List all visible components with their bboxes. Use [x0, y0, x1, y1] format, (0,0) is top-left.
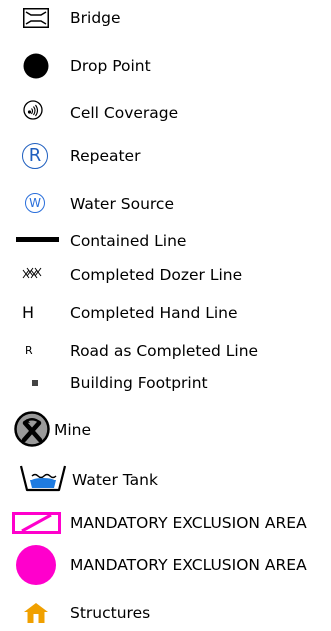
legend-label-dozer-line: Completed Dozer Line [70, 266, 243, 284]
dozer-line-icon [22, 267, 42, 279]
water-source-icon: W [25, 193, 45, 213]
legend-label-structures: Structures [70, 604, 151, 622]
map-legend: Bridge Drop Point Cell Coverage R Repeat… [0, 0, 331, 631]
road-line-icon: R [25, 344, 33, 357]
legend-label-water-tank: Water Tank [72, 471, 158, 489]
legend-label-exclusion-area-polygon: MANDATORY EXCLUSION AREA [70, 514, 307, 532]
legend-label-repeater: Repeater [70, 147, 141, 165]
hand-line-icon: H [22, 303, 35, 322]
legend-label-exclusion-area-point: MANDATORY EXCLUSION AREA [70, 556, 307, 574]
legend-label-cell-coverage: Cell Coverage [70, 104, 179, 122]
mine-icon [14, 411, 50, 447]
legend-label-road-line: Road as Completed Line [70, 342, 259, 360]
bridge-icon [23, 8, 49, 28]
water-tank-icon [19, 465, 67, 492]
contained-line-icon [16, 237, 59, 242]
legend-label-mine: Mine [54, 421, 92, 439]
legend-label-water-source: Water Source [70, 195, 174, 213]
drop-point-icon [23, 53, 49, 79]
legend-label-building-footprint: Building Footprint [70, 374, 208, 392]
legend-label-hand-line: Completed Hand Line [70, 304, 238, 322]
building-footprint-icon [32, 380, 38, 386]
exclusion-area-polygon-icon [12, 512, 61, 534]
legend-label-drop-point: Drop Point [70, 57, 151, 75]
repeater-icon: R [22, 143, 48, 169]
legend-label-bridge: Bridge [70, 9, 121, 27]
structures-icon [24, 603, 48, 623]
cell-coverage-icon [23, 100, 43, 120]
legend-label-contained-line: Contained Line [70, 232, 187, 250]
exclusion-area-point-icon [16, 545, 56, 585]
